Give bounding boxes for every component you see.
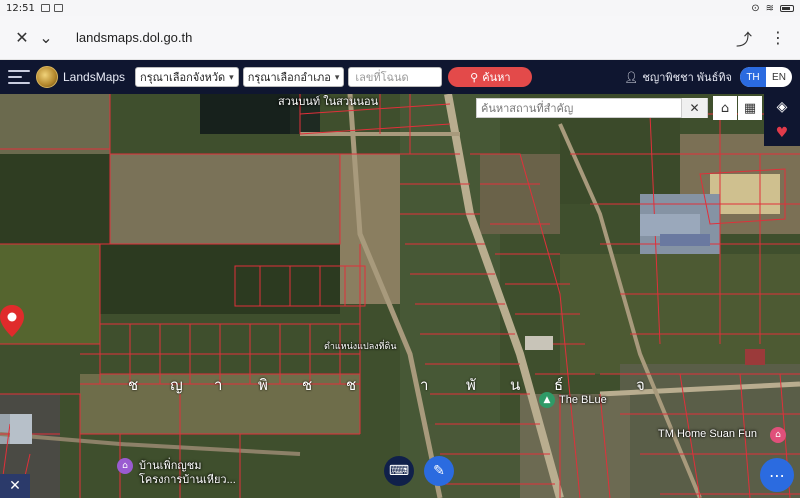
poi-label-home-suan-fun[interactable]: TM Home Suan Fun — [658, 428, 757, 440]
search-button[interactable]: ⚲ ค้นหา — [448, 67, 533, 87]
satellite-map[interactable]: ช ญ า พิ ช ช า พั น ธ์ จ สวนบนท์ ในสวนนอ… — [0, 94, 800, 498]
lang-en[interactable]: EN — [766, 67, 792, 87]
homestay-marker-icon[interactable]: ⌂ — [117, 458, 133, 474]
tools-icon[interactable]: ✕ — [0, 474, 30, 498]
dots-icon[interactable]: ⋯ — [760, 458, 794, 492]
owner-letter: ญ — [170, 376, 183, 394]
chevron-down-icon: ▾ — [229, 71, 234, 82]
province-select[interactable]: กรุณาเลือกจังหวัด ▾ — [135, 67, 239, 87]
parcel-location-label: ตำแหน่งแปลงที่ดิน — [324, 341, 397, 351]
dol-logo — [36, 66, 58, 88]
owner-letter: ช — [128, 376, 139, 394]
lang-th[interactable]: TH — [740, 67, 766, 87]
grid-icon[interactable]: ▦ — [738, 96, 762, 120]
user-icon: 👤︎ — [624, 71, 639, 84]
more-icon[interactable]: ⋮ — [766, 26, 790, 50]
poi-label-the-blue[interactable]: The BLue — [559, 394, 607, 406]
edit-icon[interactable]: ✎ — [424, 456, 454, 486]
app-header: LandsMaps กรุณาเลือกจังหวัด ▾ กรุณาเลือก… — [0, 60, 800, 94]
close-icon[interactable]: ✕ — [10, 26, 34, 50]
owner-letter: า — [214, 376, 223, 394]
battery-icon — [780, 4, 794, 12]
owner-letter: พั — [466, 376, 476, 394]
location-pin-icon[interactable] — [0, 305, 24, 337]
search-icon: ⚲ — [470, 71, 479, 84]
url-text[interactable]: landsmaps.dol.go.th — [76, 30, 192, 45]
keyboard-icon[interactable]: ⌨ — [384, 456, 414, 486]
status-time: 12:51 — [6, 2, 35, 14]
brand-name: LandsMaps — [63, 70, 126, 84]
layers-icon[interactable]: ◈ — [764, 94, 800, 120]
link-icon: ⊙ — [751, 2, 760, 14]
chevron-down-icon: ▾ — [334, 71, 340, 82]
chevron-down-icon[interactable]: ⌄ — [34, 26, 58, 50]
user-name: ชญาพิชชา พันธ์ทิจ — [642, 72, 732, 84]
image-icon — [53, 4, 63, 12]
owner-letter: า — [420, 376, 429, 394]
owner-letter: น — [510, 376, 521, 394]
owner-letter: ช — [302, 376, 313, 394]
district-select-value: กรุณาเลือกอำเภอ — [247, 72, 331, 84]
landmark-search-input[interactable]: ค้นหาสถานที่สำคัญ ✕ — [476, 98, 708, 118]
notification-icon — [40, 4, 50, 12]
poi-label-homestay-2[interactable]: โครงการบ้านเหียว... — [139, 470, 236, 488]
bed-icon[interactable]: ⌂ — [770, 427, 786, 443]
poi-marker-icon[interactable]: ▲ — [539, 392, 555, 408]
close-icon[interactable]: ✕ — [681, 98, 707, 118]
language-toggle[interactable]: TH EN — [740, 67, 792, 87]
owner-letter: ช — [346, 376, 357, 394]
status-bar: 12:51 ⊙ ≋ — [0, 0, 800, 16]
owner-letter: พิ — [258, 376, 268, 394]
home-icon[interactable]: ⌂ — [713, 96, 737, 120]
user-menu[interactable]: 👤︎ ชญาพิชชา พันธ์ทิจ — [624, 68, 732, 86]
wifi-icon: ≋ — [765, 2, 774, 14]
poi-label-top: สวนบนท์ ในสวนนอน — [278, 96, 379, 108]
share-icon[interactable]: ⤴ — [732, 26, 756, 50]
heart-icon[interactable]: ♥ — [764, 120, 800, 146]
search-button-label: ค้นหา — [482, 72, 511, 84]
owner-letter: จ — [636, 376, 645, 394]
landmark-search-placeholder: ค้นหาสถานที่สำคัญ — [481, 103, 574, 115]
menu-icon[interactable] — [8, 70, 30, 84]
browser-toolbar: ✕ ⌄ landsmaps.dol.go.th ⤴ ⋮ — [0, 16, 800, 60]
district-select[interactable]: กรุณาเลือกอำเภอ ▾ — [242, 67, 345, 87]
map-right-panel: ◈ ♥ — [764, 94, 800, 146]
deed-number-input[interactable]: เลขที่โฉนด — [348, 67, 443, 87]
province-select-value: กรุณาเลือกจังหวัด — [140, 72, 226, 84]
